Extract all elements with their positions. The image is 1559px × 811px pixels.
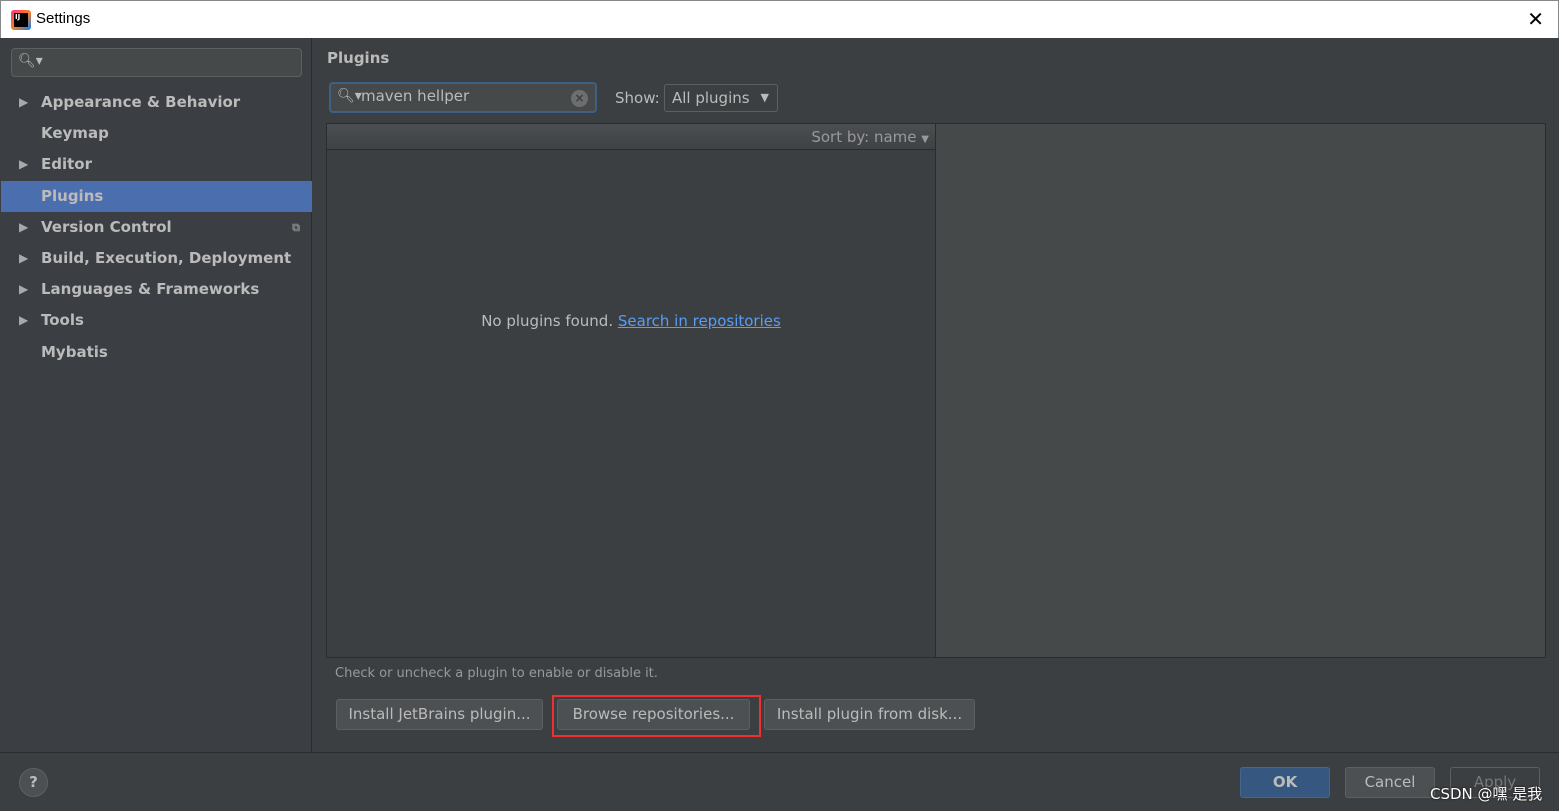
watermark: CSDN @嘿 是我 [1430, 785, 1543, 803]
show-dropdown[interactable]: All plugins ▼ [664, 84, 778, 112]
show-label: Show: [615, 89, 660, 107]
sidebar-item-label: Keymap [41, 124, 109, 143]
expand-arrow-icon[interactable]: ▶ [19, 212, 28, 243]
close-icon[interactable]: ✕ [1527, 7, 1544, 31]
sidebar-item-build-execution-deployment[interactable]: ▶ Build, Execution, Deployment [1, 243, 312, 274]
sidebar-item-label: Editor [41, 155, 92, 174]
plugin-detail-panel [936, 123, 1546, 658]
show-value: All plugins [672, 89, 750, 107]
sort-dropdown[interactable]: Sort by: name ▼ [327, 124, 935, 150]
chevron-down-icon: ▼ [760, 91, 769, 104]
sidebar-item-keymap[interactable]: Keymap [1, 118, 312, 149]
chevron-down-icon: ▼ [921, 134, 929, 145]
sidebar-item-label: Mybatis [41, 342, 108, 361]
sidebar-item-label: Build, Execution, Deployment [41, 249, 292, 267]
plugin-list: Sort by: name ▼ No plugins found. Search… [326, 123, 936, 658]
hint-text: Check or uncheck a plugin to enable or d… [335, 666, 658, 681]
intellij-logo-icon: IJ [11, 10, 31, 30]
sidebar: 🔍︎▾ ▶ Appearance & Behavior Keymap ▶ Editor P… [1, 38, 312, 752]
expand-arrow-icon[interactable]: ▶ [19, 274, 28, 305]
cancel-button[interactable]: Cancel [1345, 767, 1435, 798]
window-title: Settings [36, 10, 91, 27]
sidebar-item-label: Appearance & Behavior [41, 93, 241, 111]
sidebar-item-languages-frameworks[interactable]: ▶ Languages & Frameworks [1, 274, 312, 305]
empty-state: No plugins found. Search in repositories [327, 312, 935, 330]
expand-arrow-icon[interactable]: ▶ [19, 149, 28, 180]
clear-icon[interactable]: × [571, 90, 588, 107]
sidebar-item-label: Languages & Frameworks [41, 280, 260, 299]
logo-text: IJ [14, 13, 28, 27]
sort-label: Sort by: name [811, 128, 917, 146]
install-jetbrains-plugin-button[interactable]: Install JetBrains plugin... [336, 699, 543, 730]
expand-arrow-icon[interactable]: ▶ [19, 243, 28, 274]
sidebar-item-version-control[interactable]: ▶ Version Control ⧉ [1, 212, 312, 243]
sidebar-item-label: Plugins [41, 186, 104, 205]
expand-arrow-icon[interactable]: ▶ [19, 305, 28, 336]
sidebar-item-tools[interactable]: ▶ Tools [1, 305, 312, 336]
sidebar-item-label: Version Control [41, 217, 172, 236]
plugin-search-field[interactable]: 🔍︎▾ × [329, 82, 597, 113]
search-icon: 🔍︎▾ [337, 88, 362, 104]
empty-text: No plugins found. [481, 312, 614, 330]
search-in-repositories-link[interactable]: Search in repositories [618, 312, 781, 330]
search-icon: 🔍︎▾ [18, 53, 43, 69]
page-title: Plugins [327, 49, 390, 67]
project-settings-icon: ⧉ [292, 220, 300, 234]
expand-arrow-icon[interactable]: ▶ [19, 87, 28, 118]
divider [0, 752, 1559, 753]
sidebar-item-plugins[interactable]: Plugins [1, 180, 312, 212]
sidebar-item-editor[interactable]: ▶ Editor [1, 149, 312, 180]
sidebar-item-label: Tools [41, 311, 84, 330]
title-bar: IJ Settings ✕ [0, 0, 1559, 38]
plugin-search-input[interactable] [361, 87, 561, 105]
help-button[interactable]: ? [19, 768, 48, 797]
highlight-box [552, 695, 761, 737]
ok-button[interactable]: OK [1240, 767, 1330, 798]
sidebar-item-appearance-behavior[interactable]: ▶ Appearance & Behavior [1, 87, 312, 118]
sidebar-item-mybatis[interactable]: Mybatis [1, 337, 312, 368]
sidebar-search-input[interactable]: 🔍︎▾ [11, 48, 302, 77]
install-plugin-from-disk-button[interactable]: Install plugin from disk... [764, 699, 975, 730]
